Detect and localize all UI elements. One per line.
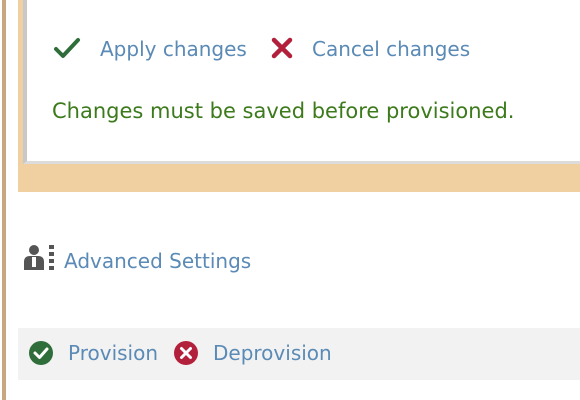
x-circle-icon xyxy=(173,340,203,366)
cancel-changes-button[interactable]: Cancel changes xyxy=(268,36,470,62)
checkmark-icon xyxy=(52,36,82,62)
apply-changes-button[interactable]: Apply changes xyxy=(52,36,247,62)
status-message: Changes must be saved before provisioned… xyxy=(52,99,515,123)
advanced-settings-link[interactable]: Advanced Settings xyxy=(22,243,251,273)
provision-label: Provision xyxy=(68,341,159,365)
user-settings-icon xyxy=(22,243,60,273)
deprovision-button[interactable]: Deprovision xyxy=(173,340,332,366)
cancel-changes-label: Cancel changes xyxy=(312,37,471,61)
deprovision-label: Deprovision xyxy=(213,341,332,365)
apply-changes-label: Apply changes xyxy=(100,37,247,61)
x-icon xyxy=(268,36,298,62)
provision-button[interactable]: Provision xyxy=(28,340,158,366)
left-border xyxy=(2,0,6,400)
check-circle-icon xyxy=(28,340,58,366)
advanced-settings-label: Advanced Settings xyxy=(64,249,252,273)
changes-panel xyxy=(23,0,580,164)
